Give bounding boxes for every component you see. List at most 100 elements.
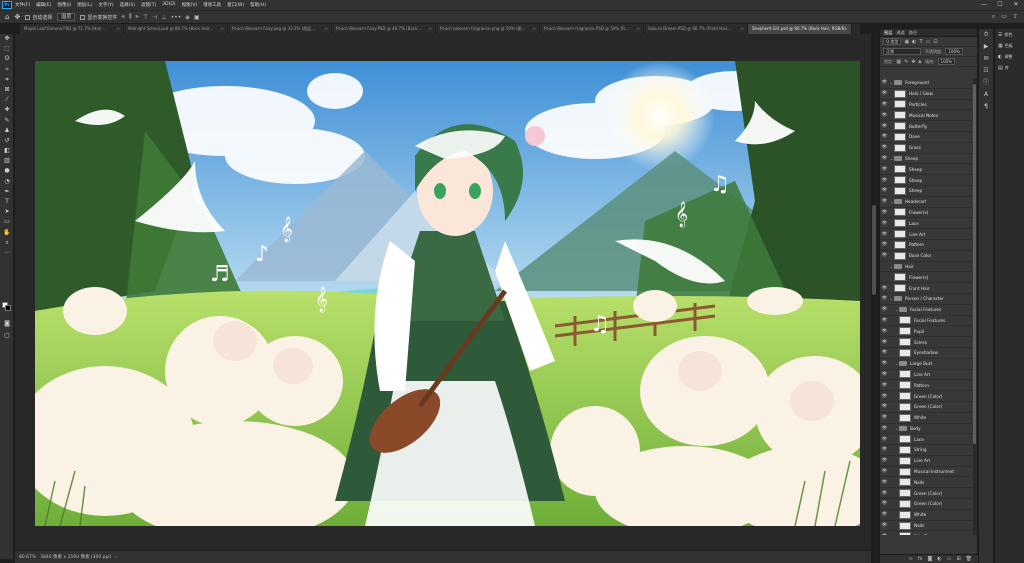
- layer-row[interactable]: 👁︎ Sclera: [880, 337, 972, 348]
- photoshop-logo-icon[interactable]: Ps: [2, 1, 12, 9]
- more-tools-icon[interactable]: ⋯: [0, 248, 14, 258]
- vertical-scrollbar[interactable]: [872, 205, 876, 295]
- document-tab-active[interactable]: Shepherd Girl.psd @ 80.7% (Back Hair, RG…: [748, 24, 852, 34]
- layer-row[interactable]: 👁︎ Pupil: [880, 326, 972, 338]
- video-icon[interactable]: ▣: [194, 14, 200, 21]
- visibility-eye-icon[interactable]: 👁︎: [880, 415, 889, 420]
- zoom-tool-icon[interactable]: ⌕: [0, 238, 14, 248]
- pen-tool-icon[interactable]: ✒: [0, 187, 14, 197]
- blend-mode-dropdown[interactable]: 正常: [883, 48, 921, 55]
- lock-transparency-icon[interactable]: ▦: [896, 59, 901, 65]
- layer-list[interactable]: 👁︎ ⌄ Foreground 👁︎ Halo / Glow 👁︎ Particles 👁︎ M…: [880, 78, 972, 535]
- layer-row[interactable]: 👁︎ Flower(s): [880, 207, 972, 219]
- layer-group-row[interactable]: 👁︎ ⌄ Large Bust: [880, 358, 972, 370]
- tab-close-icon[interactable]: ×: [325, 24, 328, 34]
- background-color-swatch[interactable]: [5, 305, 11, 311]
- menu-item[interactable]: 文字(Y): [98, 2, 113, 8]
- comments-panel-icon[interactable]: ✉: [979, 53, 993, 65]
- visibility-eye-icon[interactable]: 👁︎: [880, 361, 889, 366]
- blur-tool-icon[interactable]: ●: [0, 166, 14, 176]
- layer-row[interactable]: 👁︎ Pattern: [880, 239, 972, 251]
- menu-item[interactable]: 编辑(E): [36, 2, 51, 8]
- more-options-icon[interactable]: •••: [171, 14, 182, 21]
- visibility-eye-icon[interactable]: 👁︎: [880, 480, 889, 485]
- character-panel-icon[interactable]: A: [979, 89, 993, 101]
- layer-row[interactable]: 👁︎ Pattern: [880, 380, 972, 392]
- visibility-eye-icon[interactable]: 👁︎: [880, 458, 889, 463]
- visibility-eye-icon[interactable]: 👁︎: [880, 447, 889, 452]
- actions-panel-icon[interactable]: ▶: [979, 41, 993, 53]
- document-tab[interactable]: Peach Blossom Fairy.png @ 33.3% (图层... ×: [228, 24, 332, 34]
- lasso-tool-icon[interactable]: ʘ: [0, 54, 14, 64]
- align-right-icon[interactable]: ⫸: [136, 13, 139, 21]
- collapsed-panel-button[interactable]: ☰ 颜色: [995, 29, 1024, 40]
- move-tool-icon[interactable]: ✥: [0, 34, 14, 44]
- visibility-eye-icon[interactable]: 👁︎: [880, 167, 889, 172]
- auto-select-target-dropdown[interactable]: 图层: [57, 13, 76, 21]
- layer-row[interactable]: 👁︎ Nails: [880, 477, 972, 489]
- menu-item[interactable]: 3D(D): [162, 2, 175, 8]
- kind-filter-dropdown[interactable]: Q 类型: [883, 38, 902, 45]
- minimize-icon[interactable]: —: [976, 0, 992, 10]
- visibility-eye-icon[interactable]: 👁︎: [880, 329, 889, 334]
- visibility-eye-icon[interactable]: 👁︎: [880, 210, 889, 215]
- visibility-eye-icon[interactable]: 👁︎: [880, 426, 889, 431]
- visibility-eye-icon[interactable]: 👁︎: [880, 307, 889, 312]
- align-left-icon[interactable]: ⫷: [121, 13, 124, 21]
- visibility-eye-icon[interactable]: 👁︎: [880, 188, 889, 193]
- document-tab[interactable]: Peach Blossom Fairy.PSD @ 46.7% (Back...…: [332, 24, 436, 34]
- auto-select-target-value[interactable]: 图层: [57, 13, 76, 21]
- tab-close-icon[interactable]: ×: [845, 24, 848, 34]
- layer-row[interactable]: 👁︎ Lace: [880, 218, 972, 230]
- visibility-eye-icon[interactable]: 👁︎: [880, 394, 889, 399]
- visibility-eye-icon[interactable]: 👁︎: [880, 469, 889, 474]
- visibility-eye-icon[interactable]: 👁︎: [880, 350, 889, 355]
- visibility-eye-icon[interactable]: 👁︎: [880, 113, 889, 118]
- frame-tool-icon[interactable]: ⊠: [0, 85, 14, 95]
- layer-group-row[interactable]: 👁︎ ⌄ Body: [880, 423, 972, 435]
- menu-item[interactable]: 文件(F): [15, 2, 30, 8]
- layer-row[interactable]: 👁︎ String: [880, 445, 972, 456]
- tab-close-icon[interactable]: ×: [221, 24, 224, 34]
- lock-position-icon[interactable]: ✥: [911, 59, 915, 65]
- status-chevron-icon[interactable]: ›: [115, 555, 117, 560]
- move-tool-icon[interactable]: ✥: [14, 13, 20, 21]
- smart-object-filter-icon[interactable]: ⊡: [933, 39, 937, 45]
- layer-row[interactable]: 👁︎ Line Art: [880, 229, 972, 240]
- layer-group-row[interactable]: ⌄ Hair: [880, 261, 972, 273]
- fx-icon[interactable]: fx: [918, 556, 923, 562]
- close-icon[interactable]: ✕: [1008, 0, 1024, 10]
- magic-wand-tool-icon[interactable]: ✧: [0, 65, 14, 75]
- checkbox-box[interactable]: [80, 14, 86, 20]
- layer-row[interactable]: 👁︎ White: [880, 509, 972, 521]
- collapsed-panel-button[interactable]: ▦ 色板: [995, 40, 1024, 51]
- image-filter-icon[interactable]: ▣: [904, 39, 909, 45]
- visibility-eye-icon[interactable]: 👁︎: [880, 134, 889, 139]
- visibility-eye-icon[interactable]: 👁︎: [880, 178, 889, 183]
- home-icon[interactable]: ⌂: [5, 13, 9, 21]
- add-mask-icon[interactable]: ◙: [927, 556, 932, 562]
- layer-row[interactable]: 👁︎ Green (Color): [880, 488, 972, 500]
- marquee-tool-icon[interactable]: ⬚: [0, 44, 14, 54]
- menu-item[interactable]: 视图(V): [182, 2, 198, 8]
- visibility-eye-icon[interactable]: 👁︎: [880, 501, 889, 506]
- layer-row[interactable]: 👁︎ Musical Instrument: [880, 466, 972, 478]
- eraser-tool-icon[interactable]: ◧: [0, 146, 14, 156]
- document-tab[interactable]: Peach Blossom fragrance.PSD @ 50% (R... ×: [540, 24, 644, 34]
- dodge-tool-icon[interactable]: ◔: [0, 177, 14, 187]
- visibility-eye-icon[interactable]: 👁︎: [880, 124, 889, 129]
- document-tab[interactable]: Maple Leaf Kimono.PSD @ 71.7% (Hair... ×: [20, 24, 124, 34]
- history-panel-icon[interactable]: ⏱: [979, 29, 993, 41]
- artwork-image[interactable]: ♪ ♬ 𝄞 𝄞 ♫ ♫ 𝄞: [35, 61, 860, 526]
- tab-layers[interactable]: 图层: [884, 30, 892, 36]
- layer-row[interactable]: 👁︎ Green (Color): [880, 391, 972, 402]
- visibility-eye-icon[interactable]: 👁︎: [880, 199, 889, 204]
- menu-item[interactable]: 图像(I): [57, 2, 71, 8]
- fill-field[interactable]: 100%: [937, 58, 955, 65]
- new-group-icon[interactable]: ▭: [947, 556, 952, 562]
- rectangle-tool-icon[interactable]: ▭: [0, 217, 14, 227]
- brush-tool-icon[interactable]: ✎: [0, 116, 14, 126]
- share-icon[interactable]: ⇪: [1013, 13, 1018, 21]
- visibility-eye-icon[interactable]: 👁︎: [880, 512, 889, 517]
- visibility-eye-icon[interactable]: 👁︎: [880, 340, 889, 345]
